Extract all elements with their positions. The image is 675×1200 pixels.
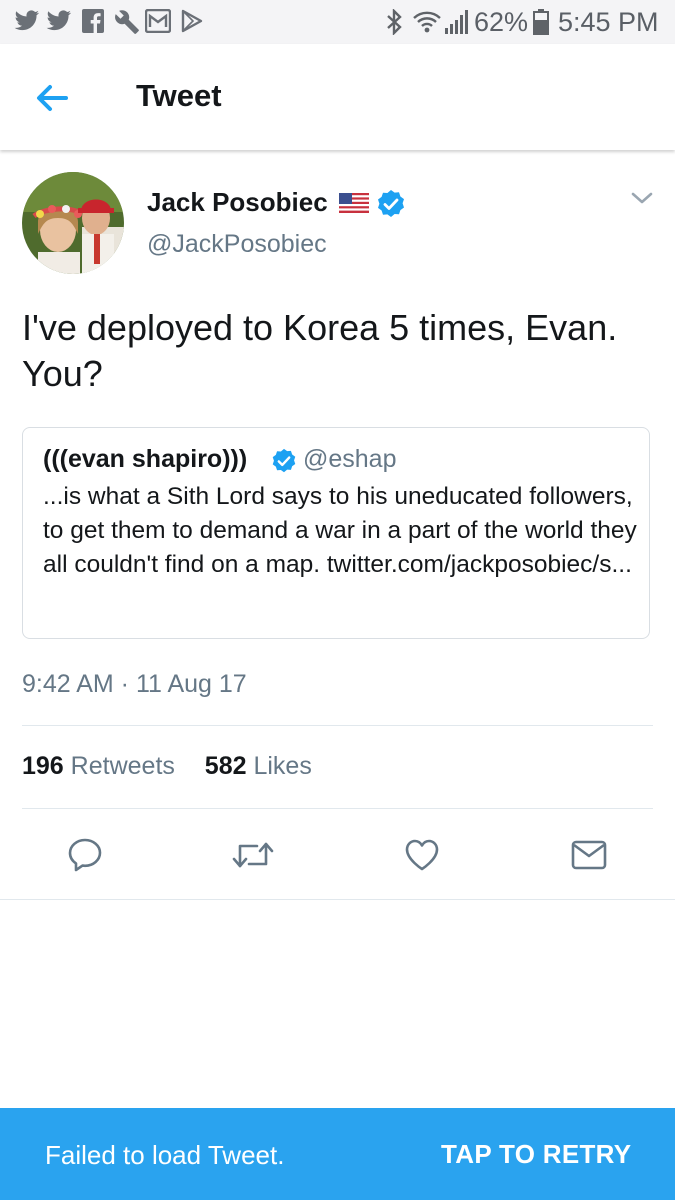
twitter-icon bbox=[46, 10, 72, 31]
battery-icon bbox=[533, 9, 549, 35]
chevron-down-icon[interactable] bbox=[630, 190, 654, 206]
wrench-icon bbox=[115, 10, 139, 34]
message-icon[interactable] bbox=[570, 836, 608, 874]
reply-icon[interactable] bbox=[66, 836, 104, 874]
like-stat[interactable]: 582 Likes bbox=[205, 752, 312, 780]
snackbar-message: Failed to load Tweet. bbox=[45, 1140, 285, 1170]
signal-icon bbox=[445, 10, 468, 34]
retweet-count: 196 bbox=[22, 752, 64, 780]
retweet-icon[interactable] bbox=[231, 836, 275, 874]
tweet-timestamp: 9:42 AM · 11 Aug 17 bbox=[22, 670, 247, 698]
battery-percent: 62% bbox=[474, 7, 529, 37]
status-bar: 62% 5:45 PM bbox=[0, 0, 675, 44]
retweet-label: Retweets bbox=[70, 752, 175, 780]
tweet-text: I've deployed to Korea 5 times, Evan. Yo… bbox=[22, 307, 618, 394]
retweet-stat[interactable]: 196 Retweets bbox=[22, 752, 175, 780]
verified-badge-icon bbox=[378, 190, 404, 217]
snackbar: Failed to load Tweet. TAP TO RETRY bbox=[0, 1108, 675, 1200]
quoted-tweet-text: ...is what a Sith Lord says to his unedu… bbox=[43, 483, 637, 578]
wifi-icon bbox=[413, 11, 441, 33]
avatar[interactable] bbox=[22, 172, 124, 274]
like-label: Likes bbox=[253, 752, 312, 780]
clock: 5:45 PM bbox=[558, 7, 659, 37]
verified-badge-icon bbox=[272, 448, 296, 473]
us-flag-icon bbox=[339, 193, 369, 213]
app-bar: Tweet bbox=[0, 44, 675, 150]
divider bbox=[0, 899, 675, 900]
back-arrow-icon[interactable] bbox=[30, 76, 76, 120]
facebook-icon bbox=[82, 9, 104, 33]
screen: 62% 5:45 PM Tweet Jack Posobiec @JackPos… bbox=[0, 0, 675, 1200]
author-handle[interactable]: @JackPosobiec bbox=[147, 230, 327, 259]
author-name[interactable]: Jack Posobiec bbox=[147, 187, 328, 218]
gmail-icon bbox=[145, 9, 171, 33]
quoted-tweet[interactable]: (((evan shapiro))) @eshap ...is what a S… bbox=[22, 427, 650, 639]
bluetooth-icon bbox=[387, 9, 402, 35]
divider bbox=[22, 725, 653, 726]
like-count: 582 bbox=[204, 752, 247, 780]
like-icon[interactable] bbox=[403, 836, 441, 874]
retry-button[interactable]: TAP TO RETRY bbox=[441, 1139, 631, 1170]
tweet-stats: 196 Retweets 582 Likes bbox=[22, 752, 312, 781]
quoted-author-name: (((evan shapiro))) bbox=[43, 445, 248, 473]
play-store-icon bbox=[181, 9, 203, 33]
divider bbox=[22, 808, 653, 809]
quoted-author-handle: @eshap bbox=[303, 445, 397, 473]
twitter-icon bbox=[14, 10, 40, 31]
page-title: Tweet bbox=[136, 78, 222, 113]
